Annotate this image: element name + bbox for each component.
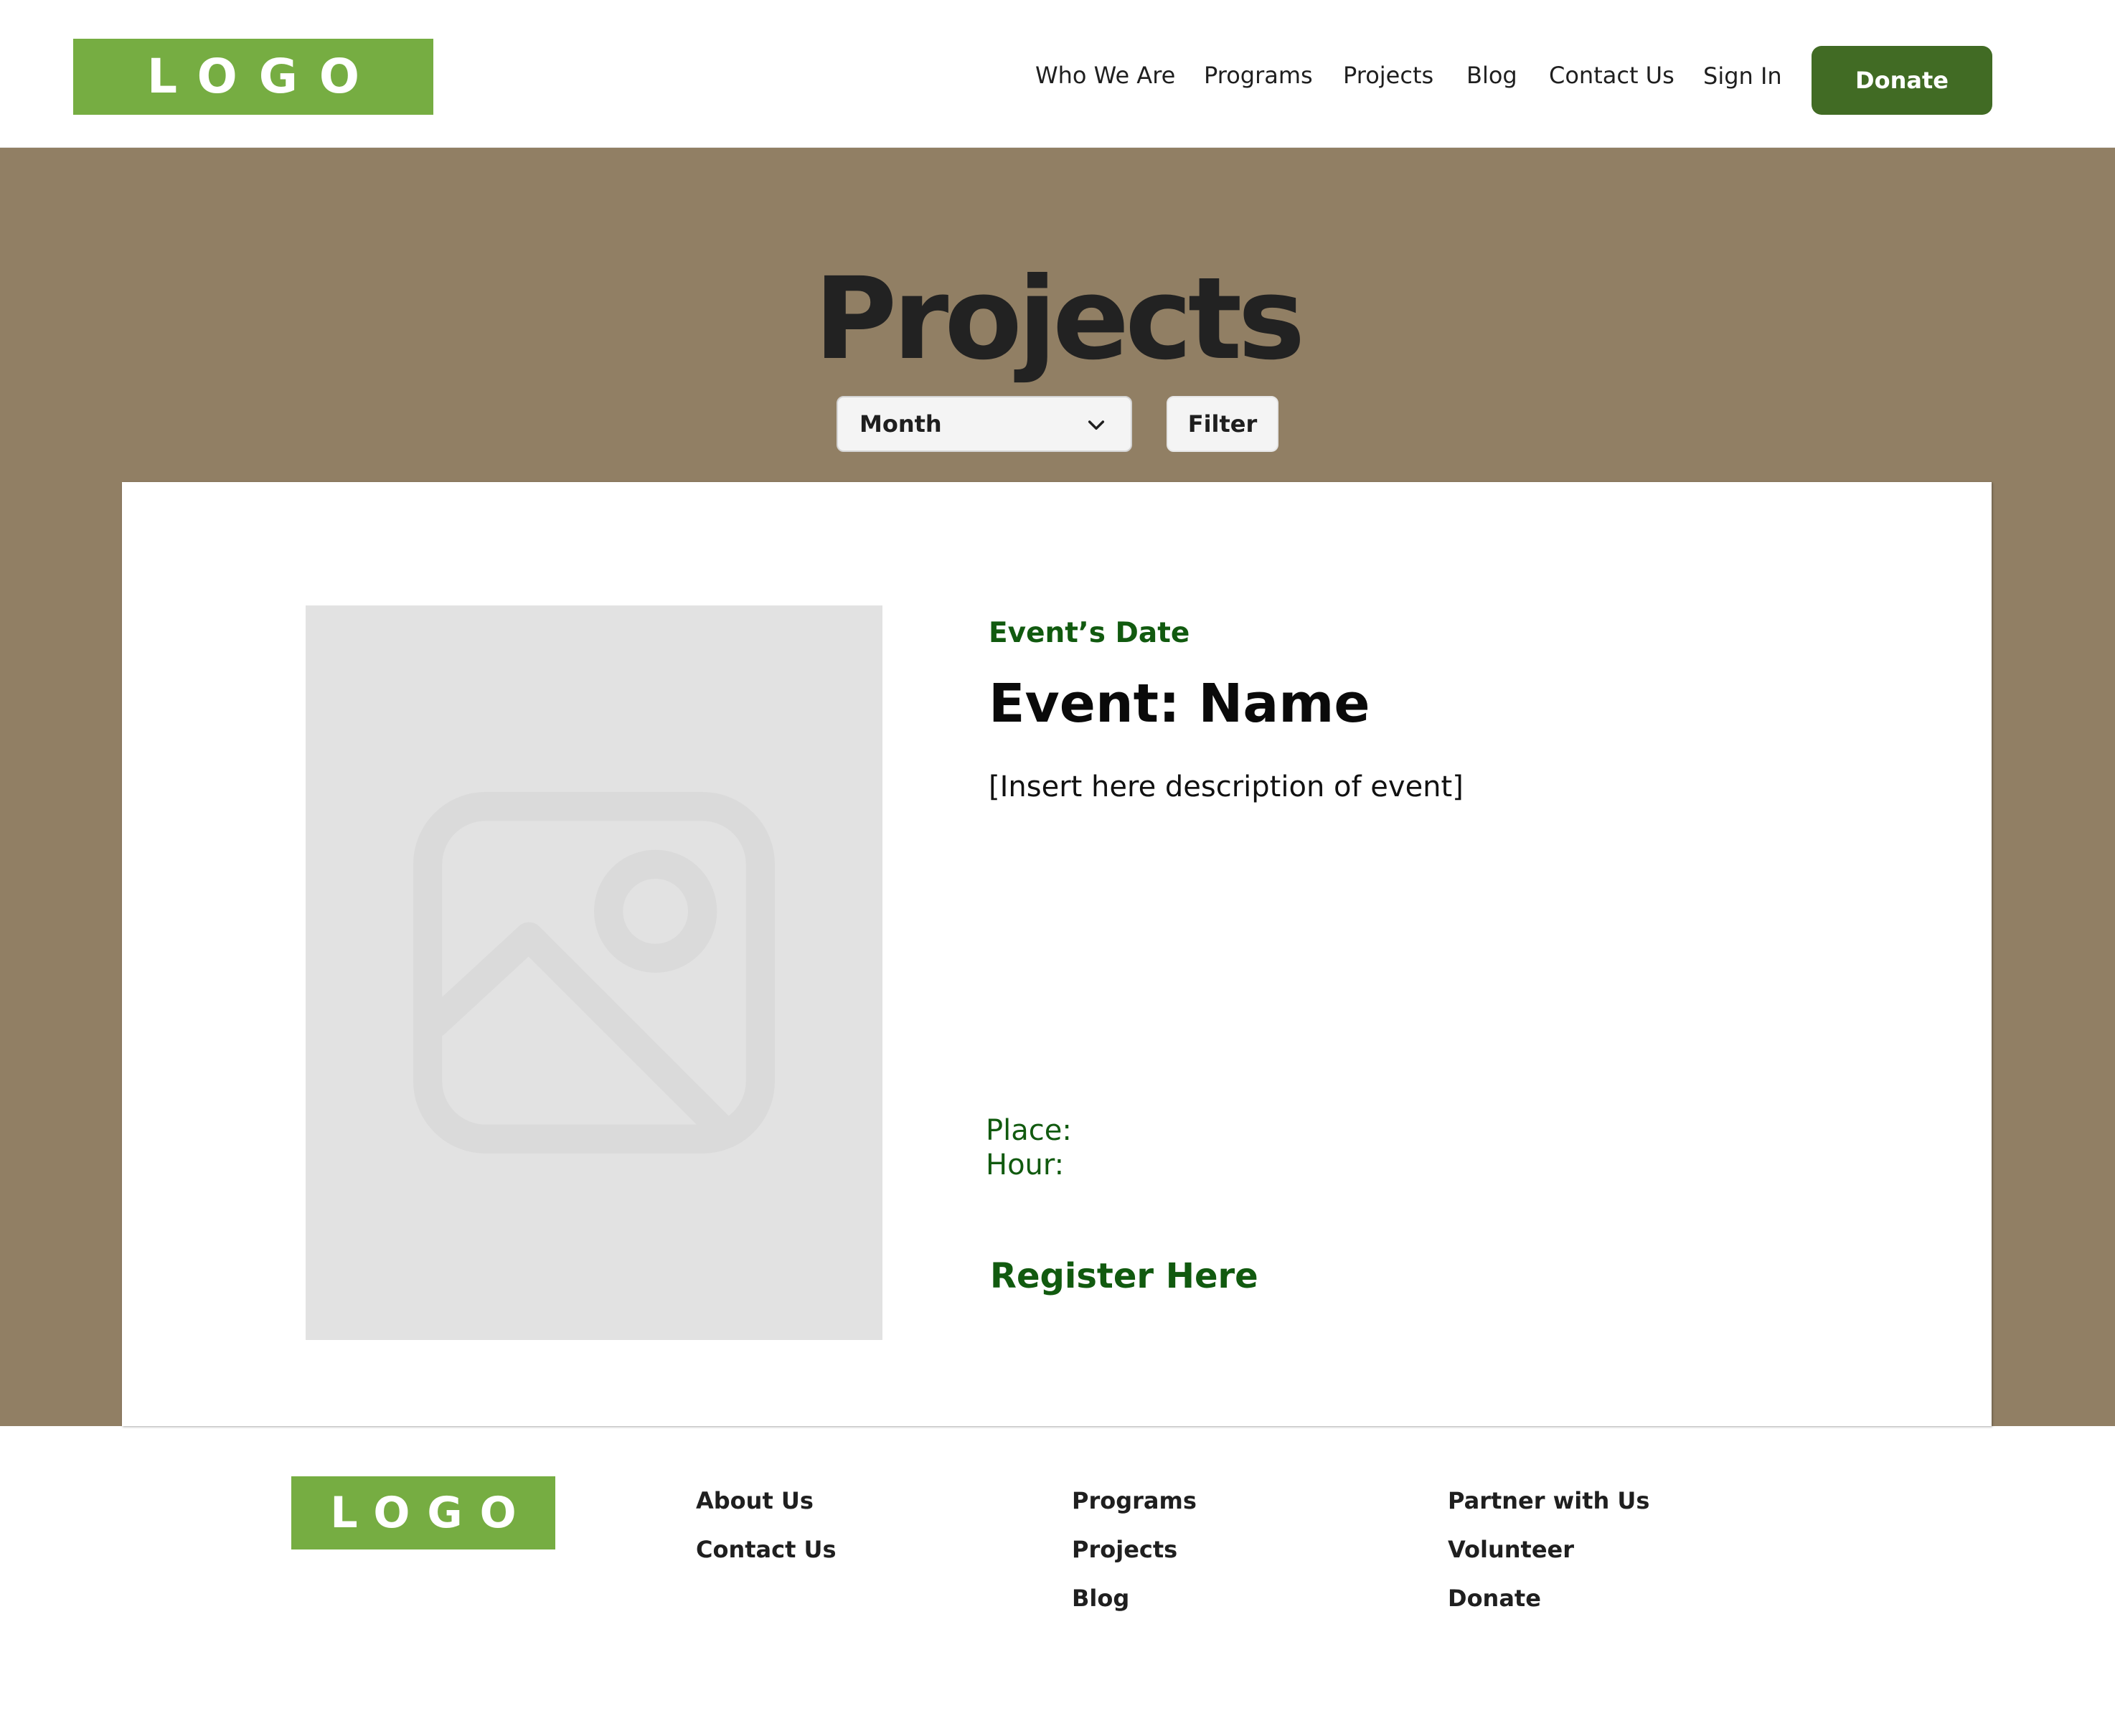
footer-logo[interactable]: LOGO bbox=[291, 1476, 555, 1549]
event-hour-label: Hour: bbox=[986, 1148, 1065, 1181]
event-description: [Insert here description of event] bbox=[989, 770, 1464, 803]
header-logo[interactable]: LOGO bbox=[73, 39, 433, 115]
nav-programs[interactable]: Programs bbox=[1204, 60, 1313, 91]
register-link[interactable]: Register Here bbox=[990, 1255, 1258, 1298]
page-title: Projects bbox=[814, 253, 1306, 385]
donate-button[interactable]: Donate bbox=[1812, 46, 1992, 115]
nav-blog[interactable]: Blog bbox=[1466, 60, 1517, 91]
nav-contact-us[interactable]: Contact Us bbox=[1549, 60, 1674, 91]
nav-who-we-are[interactable]: Who We Are bbox=[1035, 60, 1175, 91]
month-select-value: Month bbox=[859, 410, 942, 438]
chevron-down-icon bbox=[1088, 420, 1105, 430]
footer-link-contact-us[interactable]: Contact Us bbox=[696, 1534, 837, 1565]
event-name: Event: Name bbox=[989, 673, 1370, 735]
footer-link-programs[interactable]: Programs bbox=[1072, 1485, 1197, 1516]
month-select[interactable]: Month bbox=[837, 396, 1132, 452]
sign-in-link[interactable]: Sign In bbox=[1703, 60, 1782, 92]
nav-projects[interactable]: Projects bbox=[1343, 60, 1433, 91]
event-image bbox=[306, 605, 882, 1340]
footer-link-projects[interactable]: Projects bbox=[1072, 1534, 1177, 1565]
filter-button[interactable]: Filter bbox=[1167, 396, 1278, 452]
image-placeholder-icon bbox=[413, 792, 775, 1154]
footer-link-about-us[interactable]: About Us bbox=[696, 1485, 814, 1516]
site-header: LOGO Who We Are Programs Projects Blog C… bbox=[0, 0, 2115, 148]
event-date-label: Event’s Date bbox=[989, 617, 1190, 649]
footer-link-donate[interactable]: Donate bbox=[1448, 1582, 1541, 1614]
footer-link-partner-with-us[interactable]: Partner with Us bbox=[1448, 1485, 1649, 1516]
event-place-label: Place: bbox=[986, 1114, 1072, 1147]
footer-link-volunteer[interactable]: Volunteer bbox=[1448, 1534, 1574, 1565]
footer-link-blog[interactable]: Blog bbox=[1072, 1582, 1129, 1614]
